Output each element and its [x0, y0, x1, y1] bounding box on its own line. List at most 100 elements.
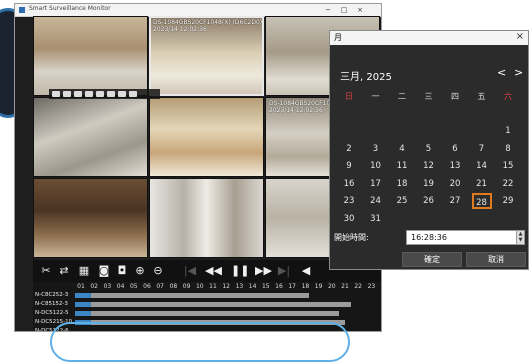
calendar-day[interactable]: 27 [442, 193, 468, 209]
weekday-label: 一 [371, 92, 380, 101]
timeline-hour: 19 [314, 283, 323, 290]
calendar-day[interactable]: 11 [389, 158, 415, 174]
calendar-day[interactable]: 4 [389, 141, 415, 157]
export-icon[interactable]: ⇄ [57, 264, 71, 277]
calendar-day[interactable]: 10 [363, 158, 389, 174]
slow-play-button[interactable]: ◀ [299, 264, 313, 277]
maximize-button[interactable]: □ [337, 4, 351, 16]
nvr-window: Smart Surveillance Monitor − □ × DS-1084… [14, 3, 382, 332]
settings-icon[interactable] [129, 91, 137, 97]
timeline-hour: 16 [275, 283, 283, 290]
record-icon[interactable] [52, 91, 60, 97]
timeline-hour: 08 [169, 283, 178, 290]
rewind-button[interactable]: ◀◀ [205, 264, 222, 277]
calendar-day[interactable]: 29 [495, 193, 521, 209]
channel-label: N-DC5122-5 [35, 310, 69, 316]
calendar-day[interactable]: 2 [336, 141, 362, 157]
timeline-hour: 12 [222, 283, 230, 290]
calendar-day[interactable]: 17 [363, 176, 389, 192]
close-button[interactable]: × [353, 4, 367, 16]
timeline-hour: 23 [367, 283, 376, 290]
snapshot-icon[interactable] [63, 91, 71, 97]
weekday-label: 二 [398, 92, 406, 101]
playback-icon[interactable] [74, 91, 82, 97]
camera-view-1[interactable] [33, 16, 148, 96]
start-time-label: 開始時間: [334, 233, 369, 242]
dialog-close-button[interactable]: × [516, 31, 524, 42]
calendar-day[interactable]: 7 [469, 141, 495, 157]
zoom-out-icon[interactable]: ⊖ [151, 264, 165, 277]
timeline-hour: 05 [129, 283, 138, 290]
calendar-day[interactable]: 20 [442, 176, 468, 192]
calendar-day[interactable]: 9 [336, 158, 362, 174]
previous-frame-button[interactable]: |◀ [183, 264, 197, 277]
timeline-hour: 13 [235, 283, 244, 290]
confirm-button[interactable]: 確定 [402, 252, 462, 267]
calendar-day[interactable]: 15 [495, 158, 521, 174]
ptz-icon[interactable] [107, 91, 115, 97]
timeline-row[interactable]: N-C85152-3 [33, 301, 381, 309]
camera-view-5[interactable] [149, 97, 264, 177]
fast-forward-button[interactable]: ▶▶ [255, 264, 272, 277]
camera-icon[interactable]: ◙ [97, 264, 111, 277]
calendar-day[interactable]: 6 [442, 141, 468, 157]
calendar-day[interactable]: 31 [363, 211, 389, 227]
timeline-hour: 22 [354, 283, 362, 290]
weekday-label: 日 [345, 92, 353, 101]
camera-icon[interactable]: ◘ [115, 264, 129, 277]
recording-start-marker [75, 311, 91, 316]
channel-label: N-C85152-3 [35, 301, 68, 307]
camera-view-7[interactable] [33, 178, 148, 258]
calendar-day[interactable]: 5 [416, 141, 442, 157]
calendar-day[interactable]: 12 [416, 158, 442, 174]
timeline-hour: 18 [301, 283, 310, 290]
calendar-day[interactable]: 25 [389, 193, 415, 209]
dialog-title: 月 [334, 33, 342, 42]
calendar-day[interactable]: 21 [469, 176, 495, 192]
minimize-button[interactable]: − [321, 4, 335, 16]
calendar-icon[interactable]: ▦ [77, 264, 91, 277]
timeline-hour: 01 [77, 283, 85, 290]
calendar-day[interactable]: 18 [389, 176, 415, 192]
time-spinner[interactable]: ▲ ▼ [516, 230, 525, 245]
calendar-day[interactable]: 16 [336, 176, 362, 192]
calendar-day[interactable]: 26 [416, 193, 442, 209]
timeline-row[interactable]: N-C8C252-3 [33, 292, 381, 300]
previous-month-button[interactable]: < [497, 66, 506, 79]
timeline-hour: 04 [116, 283, 125, 290]
clip-icon[interactable]: ✂ [39, 264, 53, 277]
window-title: Smart Surveillance Monitor [29, 5, 111, 12]
pause-button[interactable]: ❚❚ [231, 264, 249, 277]
calendar-day[interactable]: 1 [495, 123, 521, 139]
camera-view-2[interactable]: DS-1084GBS20CF1048(X) (D6C2D0) 2023/14 12… [149, 16, 264, 96]
camera-view-8[interactable] [149, 178, 264, 258]
calendar-day[interactable]: 3 [363, 141, 389, 157]
calendar-day[interactable]: 14 [469, 158, 495, 174]
camera-toolbar [49, 89, 160, 99]
calendar-day[interactable]: 13 [442, 158, 468, 174]
next-month-button[interactable]: > [514, 66, 523, 79]
zoom-icon[interactable] [96, 91, 104, 97]
calendar-day[interactable]: 8 [495, 141, 521, 157]
next-frame-button[interactable]: ▶| [277, 264, 291, 277]
calendar-day[interactable]: 19 [416, 176, 442, 192]
camera-timestamp: 2023/14 12:02:36 [153, 26, 207, 33]
calendar-day[interactable]: 22 [495, 176, 521, 192]
calendar-day[interactable]: 23 [336, 193, 362, 209]
decorative-arc [50, 322, 350, 362]
date-picker-dialog: 月 × 三月, 2025 < > 日一二三四五六 1 2 3 4 5 6 7 8 9 10 11 12… [329, 30, 529, 270]
calendar-day[interactable]: 24 [363, 193, 389, 209]
month-label: 三月, 2025 [340, 72, 392, 83]
weekday-label: 六 [504, 92, 512, 101]
calendar-day[interactable]: 30 [336, 211, 362, 227]
zoom-in-icon[interactable]: ⊕ [133, 264, 147, 277]
timeline-row[interactable]: N-DC5122-5 [33, 310, 381, 318]
camera-view-4[interactable] [33, 97, 148, 177]
app-icon [19, 7, 25, 13]
start-time-input[interactable]: 16:28:36 [406, 230, 518, 245]
alarm-icon[interactable] [118, 91, 126, 97]
selected-day[interactable]: 28 [471, 193, 492, 209]
timeline-hour: 02 [90, 283, 98, 290]
cancel-button[interactable]: 取消 [466, 252, 526, 267]
audio-icon[interactable] [85, 91, 93, 97]
